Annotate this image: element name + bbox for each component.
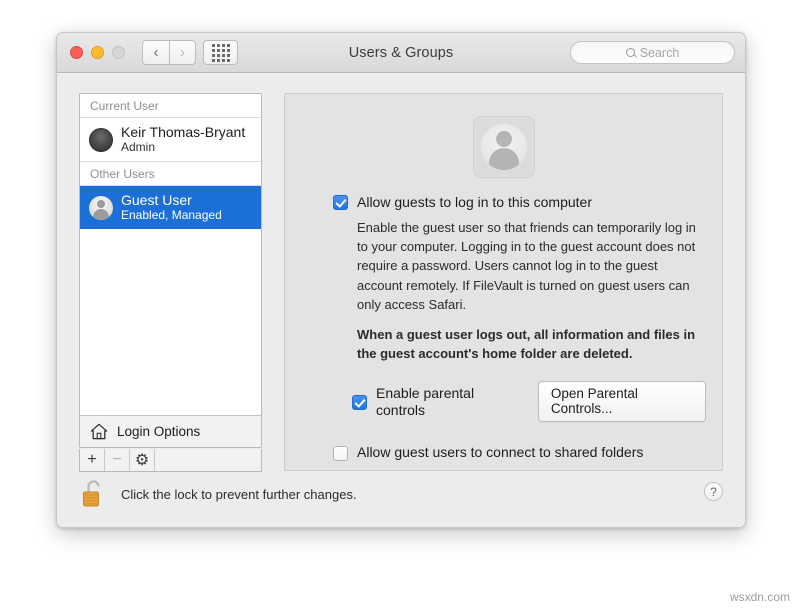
window-titlebar: ‹ › Users & Groups Search: [57, 33, 745, 73]
shared-folders-row[interactable]: Allow guest users to connect to shared f…: [333, 444, 706, 461]
allow-guests-checkbox[interactable]: [333, 195, 348, 210]
shared-folders-label: Allow guest users to connect to shared f…: [357, 444, 643, 461]
add-user-button[interactable]: +: [80, 449, 105, 471]
window-body: Current User Keir Thomas-Bryant Admin Ot…: [57, 73, 745, 528]
enable-parental-controls-label: Enable parental controls: [376, 385, 517, 419]
user-status: Admin: [121, 140, 245, 155]
screenshot-stage: ‹ › Users & Groups Search Cur: [0, 0, 800, 610]
user-photo-avatar: [89, 128, 113, 152]
guest-text-block: Guest User Enabled, Managed: [121, 192, 222, 223]
sidebar-item-keir-thomas-bryant[interactable]: Keir Thomas-Bryant Admin: [80, 118, 261, 161]
search-placeholder: Search: [640, 46, 680, 60]
watermark: wsxdn.com: [730, 590, 790, 604]
sidebar-item-login-options[interactable]: Login Options: [80, 415, 261, 447]
allow-guests-label: Allow guests to log in to this computer: [357, 194, 592, 211]
lock-note: Click the lock to prevent further change…: [121, 487, 357, 502]
guest-status: Enabled, Managed: [121, 208, 222, 223]
lock-area[interactable]: Click the lock to prevent further change…: [81, 479, 357, 509]
open-parental-controls-button[interactable]: Open Parental Controls...: [538, 381, 706, 422]
sidebar-group-header-other-users: Other Users: [80, 161, 261, 186]
settings-content: Allow guests to log in to this computer …: [333, 194, 706, 461]
user-list-sidebar: Current User Keir Thomas-Bryant Admin Ot…: [79, 93, 262, 448]
user-name: Keir Thomas-Bryant: [121, 124, 245, 140]
allow-guests-row[interactable]: Allow guests to log in to this computer: [333, 194, 706, 211]
users-and-groups-window: ‹ › Users & Groups Search Cur: [56, 32, 746, 528]
home-icon: [90, 423, 108, 440]
login-options-label: Login Options: [117, 424, 200, 439]
search-icon: [626, 48, 635, 57]
unlocked-padlock-icon[interactable]: [81, 479, 107, 509]
sidebar-group-header-current-user: Current User: [80, 94, 261, 118]
button-bar-filler: [155, 449, 261, 471]
help-button[interactable]: ?: [704, 482, 723, 501]
guest-description-text: Enable the guest user so that friends ca…: [357, 218, 706, 314]
avatar-silhouette: [481, 124, 527, 170]
settings-gear-button[interactable]: ⚙: [130, 449, 155, 471]
guest-name: Guest User: [121, 192, 222, 208]
sidebar-empty-space: [80, 229, 261, 415]
guest-user-avatar[interactable]: [473, 116, 535, 178]
window-footer: Click the lock to prevent further change…: [57, 470, 745, 528]
remove-user-button: −: [105, 449, 130, 471]
guest-silhouette-avatar: [89, 196, 113, 220]
guest-user-settings-panel: Allow guests to log in to this computer …: [284, 93, 723, 471]
user-text-block: Keir Thomas-Bryant Admin: [121, 124, 245, 155]
sidebar-item-guest-user[interactable]: Guest User Enabled, Managed: [80, 186, 261, 229]
parental-controls-row: Enable parental controls Open Parental C…: [352, 381, 706, 422]
guest-warning-text: When a guest user logs out, all informat…: [357, 325, 706, 363]
shared-folders-checkbox[interactable]: [333, 446, 348, 461]
user-list-button-bar: + − ⚙: [79, 449, 262, 472]
search-input[interactable]: Search: [570, 41, 735, 64]
enable-parental-controls-checkbox[interactable]: [352, 395, 367, 410]
